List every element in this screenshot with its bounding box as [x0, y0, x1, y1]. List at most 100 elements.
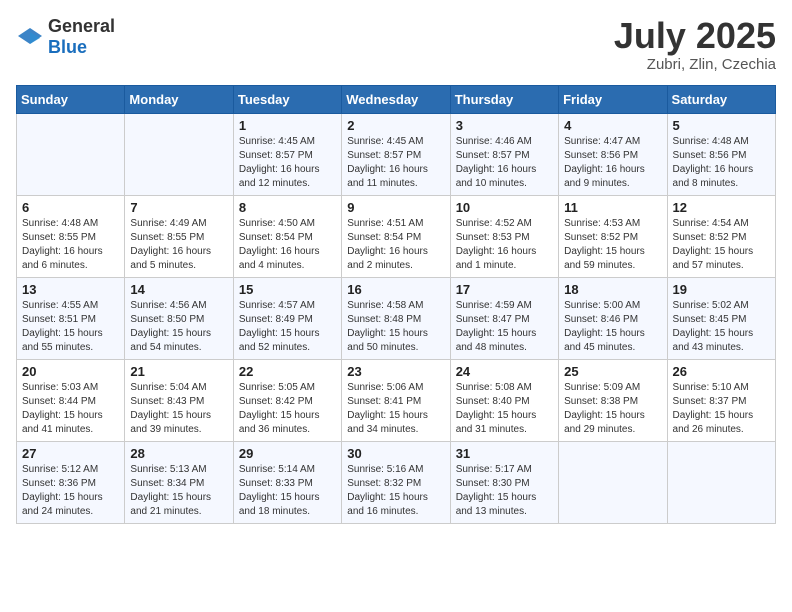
day-info: Sunrise: 5:13 AM Sunset: 8:34 PM Dayligh… [130, 463, 227, 519]
day-info: Sunrise: 4:53 AM Sunset: 8:52 PM Dayligh… [564, 217, 661, 273]
day-info: Sunrise: 5:09 AM Sunset: 8:38 PM Dayligh… [564, 381, 661, 437]
logo-icon [16, 26, 44, 48]
day-number: 3 [456, 118, 553, 133]
day-info: Sunrise: 5:16 AM Sunset: 8:32 PM Dayligh… [347, 463, 444, 519]
calendar-cell: 2 Sunrise: 4:45 AM Sunset: 8:57 PM Daylig… [342, 113, 450, 195]
logo-text: General Blue [48, 16, 115, 58]
day-info: Sunrise: 4:46 AM Sunset: 8:57 PM Dayligh… [456, 135, 553, 191]
day-number: 2 [347, 118, 444, 133]
page-header: General Blue July 2025 Zubri, Zlin, Czec… [16, 16, 776, 73]
month-title: July 2025 [614, 16, 776, 56]
calendar-cell: 31 Sunrise: 5:17 AM Sunset: 8:30 PM Dayli… [450, 441, 558, 523]
calendar-cell: 3 Sunrise: 4:46 AM Sunset: 8:57 PM Daylig… [450, 113, 558, 195]
calendar-cell [125, 113, 233, 195]
day-info: Sunrise: 4:48 AM Sunset: 8:56 PM Dayligh… [673, 135, 770, 191]
day-number: 16 [347, 282, 444, 297]
calendar-cell: 17 Sunrise: 4:59 AM Sunset: 8:47 PM Dayli… [450, 277, 558, 359]
day-info: Sunrise: 4:56 AM Sunset: 8:50 PM Dayligh… [130, 299, 227, 355]
day-info: Sunrise: 5:14 AM Sunset: 8:33 PM Dayligh… [239, 463, 336, 519]
calendar-cell: 19Sunrise: 5:02 AM Sunset: 8:45 PM Dayli… [667, 277, 775, 359]
calendar-cell: 28 Sunrise: 5:13 AM Sunset: 8:34 PM Dayli… [125, 441, 233, 523]
day-number: 25 [564, 364, 661, 379]
calendar-cell: 12Sunrise: 4:54 AM Sunset: 8:52 PM Dayli… [667, 195, 775, 277]
day-number: 17 [456, 282, 553, 297]
day-number: 1 [239, 118, 336, 133]
day-info: Sunrise: 4:47 AM Sunset: 8:56 PM Dayligh… [564, 135, 661, 191]
day-info: Sunrise: 4:45 AM Sunset: 8:57 PM Dayligh… [347, 135, 444, 191]
day-info: Sunrise: 5:17 AM Sunset: 8:30 PM Dayligh… [456, 463, 553, 519]
calendar-cell [667, 441, 775, 523]
day-number: 23 [347, 364, 444, 379]
day-number: 13 [22, 282, 119, 297]
day-number: 22 [239, 364, 336, 379]
logo-blue: Blue [48, 37, 87, 57]
calendar-cell [17, 113, 125, 195]
weekday-header-tuesday: Tuesday [233, 85, 341, 113]
calendar-cell: 21 Sunrise: 5:04 AM Sunset: 8:43 PM Dayli… [125, 359, 233, 441]
weekday-header-saturday: Saturday [667, 85, 775, 113]
day-number: 15 [239, 282, 336, 297]
calendar-cell: 15 Sunrise: 4:57 AM Sunset: 8:49 PM Dayli… [233, 277, 341, 359]
day-number: 12 [673, 200, 770, 215]
calendar-cell: 22 Sunrise: 5:05 AM Sunset: 8:42 PM Dayli… [233, 359, 341, 441]
calendar-body: 1 Sunrise: 4:45 AM Sunset: 8:57 PM Daylig… [17, 113, 776, 523]
title-block: July 2025 Zubri, Zlin, Czechia [614, 16, 776, 73]
day-info: Sunrise: 5:03 AM Sunset: 8:44 PM Dayligh… [22, 381, 119, 437]
calendar-cell [559, 441, 667, 523]
day-info: Sunrise: 4:50 AM Sunset: 8:54 PM Dayligh… [239, 217, 336, 273]
calendar-cell: 29 Sunrise: 5:14 AM Sunset: 8:33 PM Dayli… [233, 441, 341, 523]
calendar-week-row: 20 Sunrise: 5:03 AM Sunset: 8:44 PM Dayli… [17, 359, 776, 441]
day-info: Sunrise: 4:48 AM Sunset: 8:55 PM Dayligh… [22, 217, 119, 273]
day-number: 30 [347, 446, 444, 461]
day-info: Sunrise: 4:51 AM Sunset: 8:54 PM Dayligh… [347, 217, 444, 273]
day-number: 14 [130, 282, 227, 297]
calendar-week-row: 13 Sunrise: 4:55 AM Sunset: 8:51 PM Dayli… [17, 277, 776, 359]
weekday-header-thursday: Thursday [450, 85, 558, 113]
day-number: 4 [564, 118, 661, 133]
day-info: Sunrise: 5:00 AM Sunset: 8:46 PM Dayligh… [564, 299, 661, 355]
day-number: 10 [456, 200, 553, 215]
logo: General Blue [16, 16, 115, 58]
day-number: 31 [456, 446, 553, 461]
weekday-header-wednesday: Wednesday [342, 85, 450, 113]
calendar-cell: 11 Sunrise: 4:53 AM Sunset: 8:52 PM Dayli… [559, 195, 667, 277]
day-info: Sunrise: 5:10 AM Sunset: 8:37 PM Dayligh… [673, 381, 770, 437]
day-number: 28 [130, 446, 227, 461]
day-number: 24 [456, 364, 553, 379]
day-info: Sunrise: 5:12 AM Sunset: 8:36 PM Dayligh… [22, 463, 119, 519]
calendar-cell: 24Sunrise: 5:08 AM Sunset: 8:40 PM Dayli… [450, 359, 558, 441]
day-number: 27 [22, 446, 119, 461]
calendar-cell: 27 Sunrise: 5:12 AM Sunset: 8:36 PM Dayli… [17, 441, 125, 523]
calendar-week-row: 27 Sunrise: 5:12 AM Sunset: 8:36 PM Dayli… [17, 441, 776, 523]
day-info: Sunrise: 4:57 AM Sunset: 8:49 PM Dayligh… [239, 299, 336, 355]
day-number: 21 [130, 364, 227, 379]
day-number: 20 [22, 364, 119, 379]
calendar-cell: 4 Sunrise: 4:47 AM Sunset: 8:56 PM Daylig… [559, 113, 667, 195]
calendar-cell: 26Sunrise: 5:10 AM Sunset: 8:37 PM Dayli… [667, 359, 775, 441]
calendar-cell: 1 Sunrise: 4:45 AM Sunset: 8:57 PM Daylig… [233, 113, 341, 195]
day-number: 11 [564, 200, 661, 215]
weekday-header-sunday: Sunday [17, 85, 125, 113]
calendar-week-row: 6 Sunrise: 4:48 AM Sunset: 8:55 PM Daylig… [17, 195, 776, 277]
day-number: 8 [239, 200, 336, 215]
day-info: Sunrise: 4:59 AM Sunset: 8:47 PM Dayligh… [456, 299, 553, 355]
calendar-cell: 25 Sunrise: 5:09 AM Sunset: 8:38 PM Dayli… [559, 359, 667, 441]
day-info: Sunrise: 5:04 AM Sunset: 8:43 PM Dayligh… [130, 381, 227, 437]
calendar-cell: 5 Sunrise: 4:48 AM Sunset: 8:56 PM Daylig… [667, 113, 775, 195]
day-info: Sunrise: 4:58 AM Sunset: 8:48 PM Dayligh… [347, 299, 444, 355]
calendar-table: SundayMondayTuesdayWednesdayThursdayFrid… [16, 85, 776, 524]
day-number: 29 [239, 446, 336, 461]
day-info: Sunrise: 5:06 AM Sunset: 8:41 PM Dayligh… [347, 381, 444, 437]
day-number: 6 [22, 200, 119, 215]
calendar-cell: 6 Sunrise: 4:48 AM Sunset: 8:55 PM Daylig… [17, 195, 125, 277]
calendar-cell: 30 Sunrise: 5:16 AM Sunset: 8:32 PM Dayli… [342, 441, 450, 523]
day-info: Sunrise: 4:55 AM Sunset: 8:51 PM Dayligh… [22, 299, 119, 355]
location-title: Zubri, Zlin, Czechia [614, 56, 776, 73]
day-info: Sunrise: 4:45 AM Sunset: 8:57 PM Dayligh… [239, 135, 336, 191]
day-info: Sunrise: 5:05 AM Sunset: 8:42 PM Dayligh… [239, 381, 336, 437]
day-number: 5 [673, 118, 770, 133]
calendar-cell: 13 Sunrise: 4:55 AM Sunset: 8:51 PM Dayli… [17, 277, 125, 359]
calendar-cell: 18Sunrise: 5:00 AM Sunset: 8:46 PM Dayli… [559, 277, 667, 359]
weekday-header-friday: Friday [559, 85, 667, 113]
weekday-header-monday: Monday [125, 85, 233, 113]
